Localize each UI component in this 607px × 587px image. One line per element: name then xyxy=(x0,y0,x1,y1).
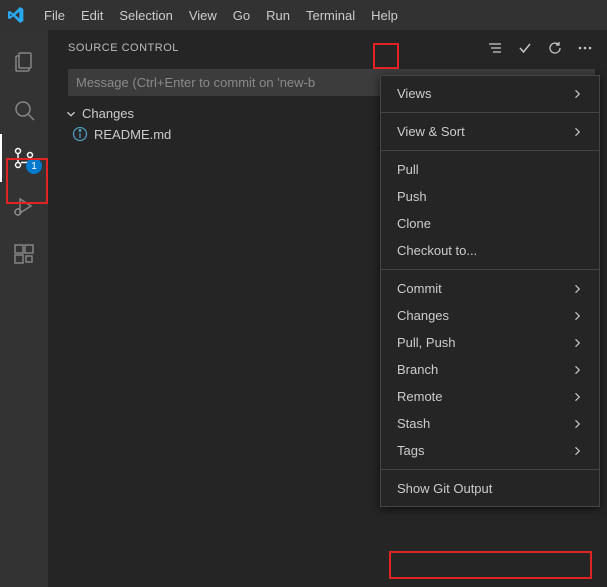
chevron-right-icon xyxy=(571,445,583,457)
changes-label: Changes xyxy=(82,106,134,121)
ctx-branch-label: Branch xyxy=(397,362,438,377)
chevron-right-icon xyxy=(571,418,583,430)
view-tree-icon[interactable] xyxy=(485,38,505,58)
ctx-show-git-output-label: Show Git Output xyxy=(397,481,492,496)
menu-go[interactable]: Go xyxy=(225,4,258,27)
ctx-pull-push[interactable]: Pull, Push xyxy=(381,329,599,356)
ctx-changes[interactable]: Changes xyxy=(381,302,599,329)
ctx-push-label: Push xyxy=(397,189,427,204)
menu-help[interactable]: Help xyxy=(363,4,406,27)
ctx-remote[interactable]: Remote xyxy=(381,383,599,410)
activity-source-control[interactable]: 1 xyxy=(0,134,48,182)
ctx-push[interactable]: Push xyxy=(381,183,599,210)
ctx-clone-label: Clone xyxy=(397,216,431,231)
chevron-right-icon xyxy=(571,364,583,376)
ctx-tags[interactable]: Tags xyxy=(381,437,599,464)
search-icon xyxy=(12,98,36,122)
chevron-right-icon xyxy=(571,310,583,322)
refresh-icon[interactable] xyxy=(545,38,565,58)
ctx-changes-label: Changes xyxy=(397,308,449,323)
ctx-remote-label: Remote xyxy=(397,389,443,404)
ctx-checkout-label: Checkout to... xyxy=(397,243,477,258)
menu-separator xyxy=(381,150,599,151)
debug-icon xyxy=(12,194,36,218)
more-actions-icon[interactable] xyxy=(575,38,595,58)
ctx-tags-label: Tags xyxy=(397,443,424,458)
chevron-right-icon xyxy=(571,126,583,138)
file-name: README.md xyxy=(94,127,171,142)
files-icon xyxy=(12,50,36,74)
menu-selection[interactable]: Selection xyxy=(111,4,180,27)
chevron-right-icon xyxy=(571,337,583,349)
chevron-right-icon xyxy=(571,88,583,100)
ctx-views[interactable]: Views xyxy=(381,80,599,107)
ctx-views-label: Views xyxy=(397,86,431,101)
ctx-branch[interactable]: Branch xyxy=(381,356,599,383)
chevron-down-icon xyxy=(64,107,78,121)
panel-title: SOURCE CONTROL xyxy=(68,42,179,54)
chevron-right-icon xyxy=(571,283,583,295)
scm-badge: 1 xyxy=(26,158,42,174)
commit-check-icon[interactable] xyxy=(515,38,535,58)
file-info-icon xyxy=(72,126,88,142)
menu-edit[interactable]: Edit xyxy=(73,4,111,27)
ctx-stash-label: Stash xyxy=(397,416,430,431)
titlebar: File Edit Selection View Go Run Terminal… xyxy=(0,0,607,30)
menu-separator xyxy=(381,269,599,270)
ctx-pull-push-label: Pull, Push xyxy=(397,335,456,350)
ctx-view-sort[interactable]: View & Sort xyxy=(381,118,599,145)
panel-actions xyxy=(485,38,595,58)
activity-bar: 1 xyxy=(0,30,48,587)
ctx-pull[interactable]: Pull xyxy=(381,156,599,183)
scm-context-menu: Views View & Sort Pull Push Clone Checko… xyxy=(380,75,600,507)
panel-header: SOURCE CONTROL xyxy=(48,30,607,65)
extensions-icon xyxy=(12,242,36,266)
menu-run[interactable]: Run xyxy=(258,4,298,27)
menu-separator xyxy=(381,112,599,113)
ctx-view-sort-label: View & Sort xyxy=(397,124,465,139)
chevron-right-icon xyxy=(571,391,583,403)
activity-explorer[interactable] xyxy=(0,38,48,86)
ctx-show-git-output[interactable]: Show Git Output xyxy=(381,475,599,502)
ctx-commit[interactable]: Commit xyxy=(381,275,599,302)
menu-view[interactable]: View xyxy=(181,4,225,27)
ctx-clone[interactable]: Clone xyxy=(381,210,599,237)
ctx-pull-label: Pull xyxy=(397,162,419,177)
vscode-logo-icon xyxy=(8,7,24,23)
ctx-stash[interactable]: Stash xyxy=(381,410,599,437)
ctx-commit-label: Commit xyxy=(397,281,442,296)
activity-search[interactable] xyxy=(0,86,48,134)
menu-separator xyxy=(381,469,599,470)
activity-run-debug[interactable] xyxy=(0,182,48,230)
menu-terminal[interactable]: Terminal xyxy=(298,4,363,27)
menu-file[interactable]: File xyxy=(36,4,73,27)
ctx-checkout[interactable]: Checkout to... xyxy=(381,237,599,264)
activity-extensions[interactable] xyxy=(0,230,48,278)
